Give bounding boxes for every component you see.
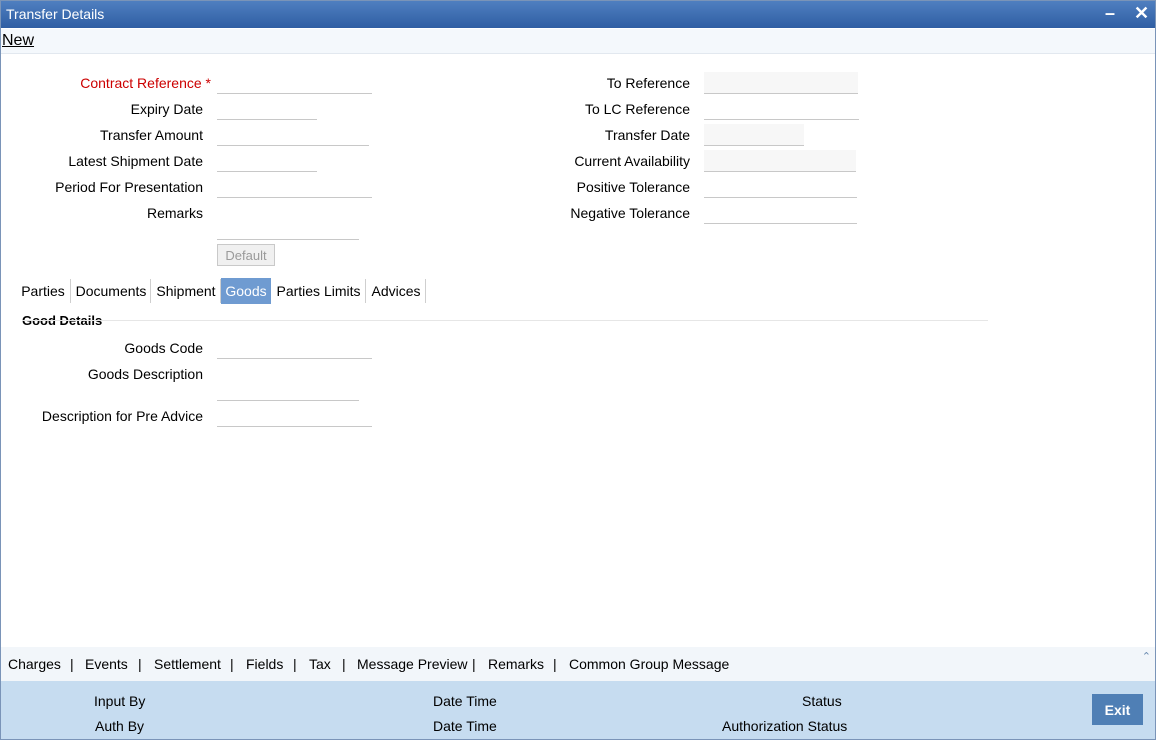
bottom-link-bar: Charges | Events | Settlement | Fields |… bbox=[1, 647, 1155, 681]
tab-parties[interactable]: Parties bbox=[15, 278, 71, 304]
latest-shipment-date-label: Latest Shipment Date bbox=[68, 153, 203, 169]
new-menu-item[interactable]: New bbox=[2, 32, 34, 50]
close-icon[interactable]: ✕ bbox=[1134, 3, 1149, 23]
period-for-presentation-label: Period For Presentation bbox=[55, 179, 203, 195]
message-preview-link[interactable]: Message Preview bbox=[357, 656, 468, 672]
auth-date-time-label: Date Time bbox=[433, 718, 497, 734]
tab-shipment[interactable]: Shipment bbox=[151, 278, 221, 304]
menu-bar: New bbox=[1, 29, 1155, 54]
goods-code-label: Goods Code bbox=[124, 340, 203, 356]
settlement-link[interactable]: Settlement bbox=[154, 656, 221, 672]
charges-link[interactable]: Charges bbox=[8, 656, 61, 672]
remarks-link[interactable]: Remarks bbox=[488, 656, 544, 672]
authorization-status-label: Authorization Status bbox=[722, 718, 848, 734]
positive-tolerance-input[interactable] bbox=[704, 176, 857, 198]
minimize-icon[interactable]: – bbox=[1105, 3, 1115, 23]
to-reference-label: To Reference bbox=[606, 75, 690, 91]
required-marker: * bbox=[205, 75, 211, 91]
date-time-label: Date Time bbox=[433, 693, 497, 709]
expiry-date-label: Expiry Date bbox=[130, 101, 203, 117]
goods-description-input[interactable] bbox=[217, 379, 359, 401]
events-link[interactable]: Events bbox=[85, 656, 128, 672]
auth-by-label: Auth By bbox=[95, 718, 145, 734]
transfer-date-input[interactable] bbox=[704, 124, 804, 146]
negative-tolerance-label: Negative Tolerance bbox=[570, 205, 690, 221]
remarks-label: Remarks bbox=[146, 205, 203, 221]
contract-reference-input[interactable] bbox=[217, 72, 372, 94]
goods-description-label: Goods Description bbox=[87, 366, 203, 382]
transfer-date-label: Transfer Date bbox=[604, 127, 690, 143]
transfer-amount-label: Transfer Amount bbox=[100, 127, 203, 143]
to-lc-reference-label: To LC Reference bbox=[584, 101, 690, 117]
pre-advice-description-label: Description for Pre Advice bbox=[41, 408, 203, 424]
remarks-input[interactable] bbox=[217, 218, 359, 240]
tax-link[interactable]: Tax bbox=[309, 656, 331, 672]
expiry-date-input[interactable] bbox=[217, 98, 317, 120]
status-label: Status bbox=[802, 693, 842, 709]
tab-advices[interactable]: Advices bbox=[366, 278, 426, 304]
current-availability-label: Current Availability bbox=[574, 153, 690, 169]
pre-advice-description-input[interactable] bbox=[217, 405, 372, 427]
collapse-caret-icon[interactable]: ⌃ bbox=[1142, 650, 1151, 663]
to-lc-reference-input[interactable] bbox=[704, 98, 859, 120]
negative-tolerance-input[interactable] bbox=[704, 202, 857, 224]
title-bar: Transfer Details – ✕ bbox=[1, 1, 1155, 28]
exit-button[interactable]: Exit bbox=[1092, 694, 1143, 725]
tab-documents[interactable]: Documents bbox=[71, 278, 151, 304]
period-for-presentation-input[interactable] bbox=[217, 176, 372, 198]
transfer-details-window: Transfer Details – ✕ New Contract Refere… bbox=[0, 0, 1156, 740]
window-title: Transfer Details bbox=[6, 6, 105, 22]
fields-link[interactable]: Fields bbox=[246, 656, 283, 672]
section-divider bbox=[22, 320, 988, 321]
tab-parties-limits[interactable]: Parties Limits bbox=[271, 278, 366, 304]
input-by-label: Input By bbox=[94, 693, 146, 709]
to-reference-input[interactable] bbox=[704, 72, 858, 94]
transfer-amount-input[interactable] bbox=[217, 124, 369, 146]
latest-shipment-date-input[interactable] bbox=[217, 150, 317, 172]
default-button[interactable]: Default bbox=[217, 244, 275, 266]
contract-reference-label: Contract Reference * bbox=[80, 75, 211, 91]
positive-tolerance-label: Positive Tolerance bbox=[576, 179, 690, 195]
audit-footer: Input By Date Time Status Auth By Date T… bbox=[1, 681, 1155, 739]
tab-goods[interactable]: Goods bbox=[221, 278, 271, 304]
goods-code-input[interactable] bbox=[217, 337, 372, 359]
common-group-message-link[interactable]: Common Group Message bbox=[569, 656, 729, 672]
current-availability-input[interactable] bbox=[704, 150, 856, 172]
